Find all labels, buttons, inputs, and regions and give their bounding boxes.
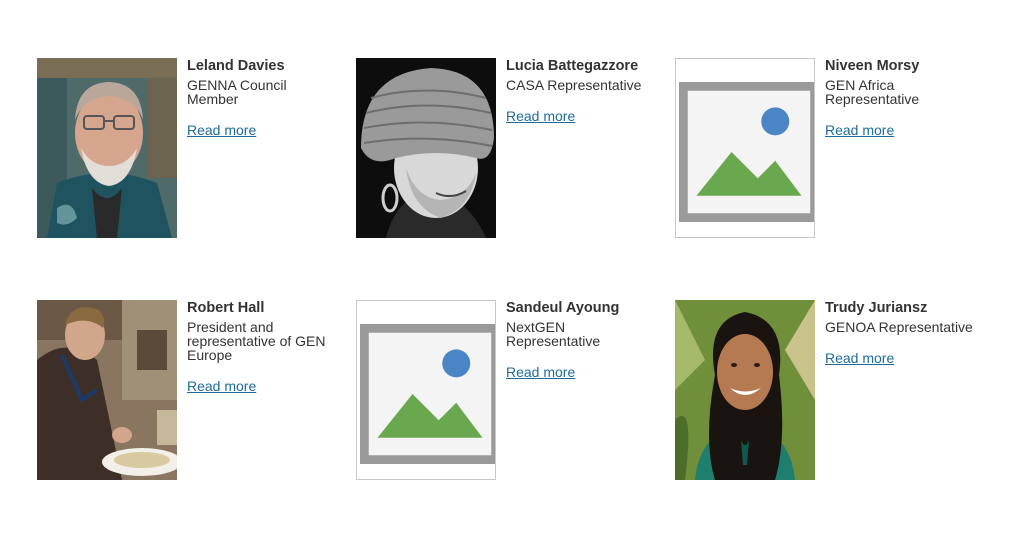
read-more-link[interactable]: Read more	[825, 350, 894, 366]
person-info: Sandeul Ayoung NextGEN Representative Re…	[506, 300, 656, 382]
person-info: Niveen Morsy GEN Africa Representative R…	[825, 58, 975, 140]
person-role: GENNA Council Member	[187, 77, 287, 107]
person-role: GENOA Representative	[825, 319, 973, 335]
broken-image-icon	[360, 324, 495, 464]
person-info: Robert Hall President and representative…	[187, 300, 337, 396]
person-photo-lucia-battegazzore[interactable]	[356, 58, 496, 238]
person-photo-sandeul-ayoung[interactable]	[356, 300, 496, 480]
person-role: CASA Representative	[506, 77, 642, 93]
broken-image-icon	[679, 82, 814, 222]
person-card: Niveen Morsy GEN Africa Representative R…	[675, 58, 975, 238]
read-more-link[interactable]: Read more	[187, 378, 256, 394]
person-card: Trudy Juriansz GENOA Representative Read…	[675, 300, 975, 480]
read-more-link[interactable]: Read more	[187, 122, 256, 138]
person-name: Sandeul Ayoung	[506, 300, 620, 316]
person-role: GEN Africa Representative	[825, 77, 920, 107]
person-info: Leland Davies GENNA Council Member Read …	[187, 58, 337, 140]
person-name: Niveen Morsy	[825, 58, 920, 74]
person-info: Trudy Juriansz GENOA Representative Read…	[825, 300, 975, 368]
person-name: Lucia Battegazzore	[506, 58, 639, 74]
portrait-woman-knit-hat	[356, 58, 496, 238]
person-card: Leland Davies GENNA Council Member Read …	[37, 58, 337, 238]
person-photo-leland-davies[interactable]	[37, 58, 177, 238]
portrait-woman-smiling	[675, 300, 815, 480]
person-name: Leland Davies	[187, 58, 285, 74]
person-photo-trudy-juriansz[interactable]	[675, 300, 815, 480]
person-info: Lucia Battegazzore CASA Representative R…	[506, 58, 656, 126]
team-grid: Leland Davies GENNA Council Member Read …	[0, 0, 1016, 545]
person-role: NextGEN Representative	[506, 319, 601, 349]
person-name: Trudy Juriansz	[825, 300, 928, 316]
portrait-man-glasses	[37, 58, 177, 238]
person-card: Sandeul Ayoung NextGEN Representative Re…	[356, 300, 656, 480]
portrait-man-eating	[37, 300, 177, 480]
person-role: President and representative of GEN Euro…	[187, 319, 326, 363]
person-card: Lucia Battegazzore CASA Representative R…	[356, 58, 656, 238]
person-photo-niveen-morsy[interactable]	[675, 58, 815, 238]
person-photo-robert-hall[interactable]	[37, 300, 177, 480]
read-more-link[interactable]: Read more	[506, 108, 575, 124]
person-name: Robert Hall	[187, 300, 265, 316]
read-more-link[interactable]: Read more	[506, 364, 575, 380]
person-card: Robert Hall President and representative…	[37, 300, 337, 480]
read-more-link[interactable]: Read more	[825, 122, 894, 138]
